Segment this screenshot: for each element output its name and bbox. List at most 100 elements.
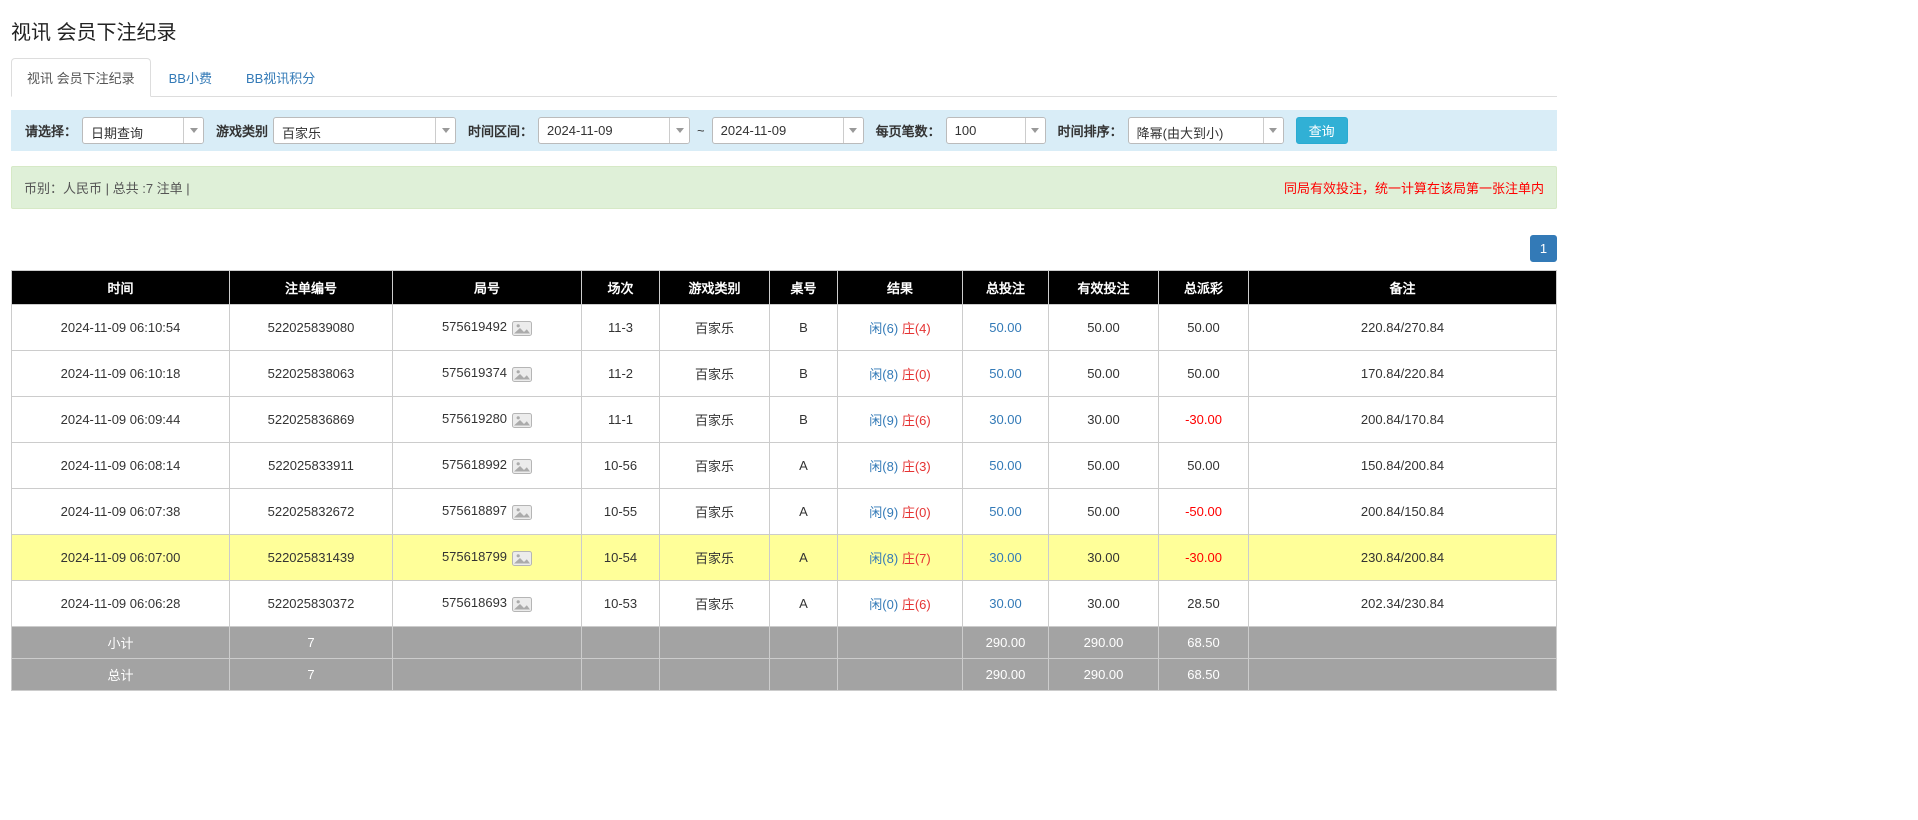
game-result-icon[interactable]: [512, 597, 532, 612]
valid-bet-cell: 50.00: [1049, 305, 1159, 351]
table-no-cell: B: [770, 351, 838, 397]
total-bet-link[interactable]: 50.00: [989, 504, 1022, 519]
date-from-input[interactable]: 2024-11-09: [538, 117, 690, 144]
table-row: 2024-11-09 06:07:00522025831439575618799…: [12, 535, 1557, 581]
result-cell: 闲(8) 庄(3): [838, 443, 963, 489]
total-bet-link[interactable]: 50.00: [989, 320, 1022, 335]
header-time: 时间: [12, 271, 230, 305]
sort-order-select[interactable]: 降幂(由大到小): [1128, 117, 1284, 144]
tab-bb-video-points[interactable]: BB视讯积分: [230, 58, 331, 97]
bet-id-cell: 522025839080: [230, 305, 393, 351]
game-type-value: 百家乐: [274, 118, 435, 143]
valid-bet-cell: 30.00: [1049, 581, 1159, 627]
round-id: 575619374: [442, 365, 507, 380]
payout-cell: 28.50: [1159, 581, 1249, 627]
table-no-cell: B: [770, 305, 838, 351]
game-type-cell: 百家乐: [660, 305, 770, 351]
bet-time-cell: 2024-11-09 06:09:44: [12, 397, 230, 443]
round-id-cell: 575619492: [393, 305, 582, 351]
table-row: 2024-11-09 06:10:54522025839080575619492…: [12, 305, 1557, 351]
session-cell: 10-56: [582, 443, 660, 489]
header-game-type: 游戏类别: [660, 271, 770, 305]
total-bet-cell: 50.00: [963, 305, 1049, 351]
total-bet-cell: 50.00: [963, 351, 1049, 397]
note-cell: 150.84/200.84: [1249, 443, 1557, 489]
bet-time-cell: 2024-11-09 06:07:00: [12, 535, 230, 581]
valid-bet-cell: 50.00: [1049, 351, 1159, 397]
round-id: 575618992: [442, 457, 507, 472]
total-bet-link[interactable]: 30.00: [989, 596, 1022, 611]
game-type-cell: 百家乐: [660, 443, 770, 489]
game-result-icon[interactable]: [512, 505, 532, 520]
chevron-down-icon[interactable]: [183, 118, 203, 143]
date-from-value: 2024-11-09: [539, 118, 669, 143]
header-total-bet: 总投注: [963, 271, 1049, 305]
result-player: 闲(6): [869, 321, 898, 336]
payout-value: -50.00: [1185, 504, 1222, 519]
page-size-value: 100: [947, 118, 1025, 143]
game-result-icon[interactable]: [512, 321, 532, 336]
header-session: 场次: [582, 271, 660, 305]
bet-id-cell: 522025836869: [230, 397, 393, 443]
filter-bar: 请选择： 日期查询 游戏类别 百家乐 时间区间： 2024-11-09 ~ 20…: [11, 110, 1557, 151]
total-row: 总计 7 290.00 290.00 68.50: [12, 659, 1557, 691]
subtotal-count: 7: [230, 627, 393, 659]
game-result-icon[interactable]: [512, 413, 532, 428]
query-type-select[interactable]: 日期查询: [82, 117, 204, 144]
chevron-down-icon[interactable]: [669, 118, 689, 143]
bet-time-cell: 2024-11-09 06:10:18: [12, 351, 230, 397]
result-cell: 闲(9) 庄(0): [838, 489, 963, 535]
result-banker: 庄(0): [902, 505, 931, 520]
round-id-cell: 575618693: [393, 581, 582, 627]
total-bet-cell: 50.00: [963, 489, 1049, 535]
game-type-select[interactable]: 百家乐: [273, 117, 456, 144]
subtotal-empty-cell: [1249, 627, 1557, 659]
round-id-cell: 575618992: [393, 443, 582, 489]
game-result-icon[interactable]: [512, 367, 532, 382]
total-label: 总计: [12, 659, 230, 691]
result-cell: 闲(8) 庄(7): [838, 535, 963, 581]
total-bet-link[interactable]: 50.00: [989, 458, 1022, 473]
game-type-cell: 百家乐: [660, 489, 770, 535]
total-bet-link[interactable]: 50.00: [989, 366, 1022, 381]
game-type-cell: 百家乐: [660, 351, 770, 397]
game-result-icon[interactable]: [512, 551, 532, 566]
subtotal-total-bet: 290.00: [963, 627, 1049, 659]
chevron-down-icon[interactable]: [1025, 118, 1045, 143]
payout-value: -30.00: [1185, 550, 1222, 565]
table-row: 2024-11-09 06:10:18522025838063575619374…: [12, 351, 1557, 397]
note-cell: 202.34/230.84: [1249, 581, 1557, 627]
round-id: 575618693: [442, 595, 507, 610]
chevron-down-icon[interactable]: [435, 118, 455, 143]
page-size-select[interactable]: 100: [946, 117, 1046, 144]
result-player: 闲(9): [869, 413, 898, 428]
result-player: 闲(8): [869, 367, 898, 382]
valid-bet-cell: 30.00: [1049, 535, 1159, 581]
total-empty-cell: [770, 659, 838, 691]
page-button-1[interactable]: 1: [1530, 235, 1557, 262]
round-id-cell: 575618799: [393, 535, 582, 581]
payout-value: 50.00: [1187, 458, 1220, 473]
total-bet-cell: 30.00: [963, 581, 1049, 627]
bet-id-cell: 522025832672: [230, 489, 393, 535]
session-cell: 10-53: [582, 581, 660, 627]
game-type-label: 游戏类别: [216, 121, 268, 140]
tab-betting-records[interactable]: 视讯 会员下注纪录: [11, 58, 151, 97]
total-bet-link[interactable]: 30.00: [989, 550, 1022, 565]
chevron-down-icon[interactable]: [1263, 118, 1283, 143]
note-cell: 200.84/150.84: [1249, 489, 1557, 535]
chevron-down-icon[interactable]: [843, 118, 863, 143]
bet-time-cell: 2024-11-09 06:10:54: [12, 305, 230, 351]
session-cell: 10-55: [582, 489, 660, 535]
subtotal-payout: 68.50: [1159, 627, 1249, 659]
note-cell: 200.84/170.84: [1249, 397, 1557, 443]
date-to-input[interactable]: 2024-11-09: [712, 117, 864, 144]
search-button[interactable]: 查询: [1296, 117, 1348, 144]
tab-bb-tips[interactable]: BB小费: [153, 58, 228, 97]
bet-id-cell: 522025830372: [230, 581, 393, 627]
total-bet-link[interactable]: 30.00: [989, 412, 1022, 427]
table-row: 2024-11-09 06:06:28522025830372575618693…: [12, 581, 1557, 627]
game-result-icon[interactable]: [512, 459, 532, 474]
table-no-cell: A: [770, 489, 838, 535]
result-banker: 庄(3): [902, 459, 931, 474]
